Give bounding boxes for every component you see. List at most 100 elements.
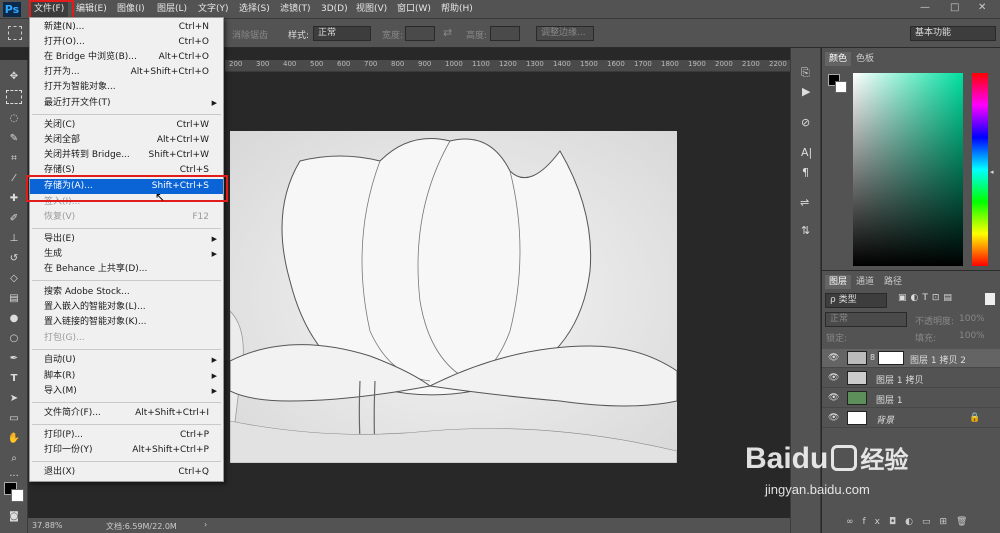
actions-play-icon[interactable]: ▶ — [802, 85, 810, 98]
tab-paths[interactable]: 路径 — [880, 275, 906, 289]
pen-tool-icon[interactable]: ✒ — [6, 352, 22, 366]
shape-tool-icon[interactable]: ▭ — [6, 412, 22, 426]
menu-item-share-behance[interactable]: 在 Behance 上共享(D)... — [30, 262, 223, 277]
close-icon[interactable]: ✕ — [978, 2, 986, 13]
menu-item-close-all[interactable]: 关闭全部 Alt+Ctrl+W — [30, 133, 223, 148]
healing-brush-icon[interactable]: ✚ — [6, 192, 22, 206]
tab-layers[interactable]: 图层 — [825, 275, 852, 289]
menu-help[interactable]: 帮助(H) — [437, 0, 477, 19]
opacity-value[interactable]: 100% — [959, 314, 985, 324]
menu-item-open-smart-object[interactable]: 打开为智能对象... — [30, 80, 223, 95]
menu-item-print[interactable]: 打印(P)... Ctrl+P — [30, 428, 223, 443]
menu-item-recent-files[interactable]: 最近打开文件(T) ▶ — [30, 96, 223, 111]
menu-item-file-info[interactable]: 文件简介(F)... Alt+Shift+Ctrl+I — [30, 406, 223, 421]
brush-tool-icon[interactable]: ✐ — [6, 212, 22, 226]
add-mask-icon[interactable]: ◘ — [889, 517, 905, 527]
layer-row[interactable]: 👁 8 图层 1 拷贝 2 — [822, 349, 1000, 368]
type-tool-icon[interactable]: T — [6, 372, 22, 386]
tab-color[interactable]: 颜色 — [825, 52, 852, 66]
menu-item-scripts[interactable]: 脚本(R) ▶ — [30, 369, 223, 384]
color-bg-swatch[interactable] — [835, 81, 847, 93]
tab-swatches[interactable]: 色板 — [852, 52, 878, 66]
rect-marquee-tool-icon[interactable] — [6, 90, 22, 104]
menu-filter[interactable]: 滤镜(T) — [276, 0, 315, 19]
filter-toggle[interactable] — [985, 293, 995, 305]
eye-icon[interactable]: 👁 — [828, 373, 839, 383]
layer-name[interactable]: 图层 1 — [876, 393, 903, 406]
eye-icon[interactable]: 👁 — [828, 413, 839, 423]
adjust-icon[interactable]: ⇌ — [800, 196, 809, 209]
properties-icon[interactable]: ⇅ — [801, 224, 810, 237]
menu-select[interactable]: 选择(S) — [235, 0, 274, 19]
hue-slider[interactable] — [972, 73, 988, 266]
menu-item-print-one[interactable]: 打印一份(Y) Alt+Shift+Ctrl+P — [30, 443, 223, 458]
eyedropper-tool-icon[interactable]: ⁄ — [6, 172, 22, 186]
hue-slider-handle-icon[interactable]: ◂ — [990, 168, 994, 176]
eye-icon[interactable]: 👁 — [828, 353, 839, 363]
minimize-icon[interactable]: — — [920, 2, 930, 13]
zoom-tool-icon[interactable]: ⌕ — [6, 452, 22, 466]
workspace-select[interactable]: 基本功能 — [910, 26, 996, 41]
layer-name[interactable]: 图层 1 拷贝 — [876, 373, 923, 386]
layer-kind-filter[interactable]: ρ 类型 — [825, 293, 887, 308]
menu-item-close[interactable]: 关闭(C) Ctrl+W — [30, 118, 223, 133]
adjustment-layer-icon[interactable]: ◐ — [905, 517, 922, 527]
gradient-tool-icon[interactable]: ▤ — [6, 292, 22, 306]
zoom-level[interactable]: 37.88% — [32, 521, 63, 530]
clone-stamp-icon[interactable]: ⊥ — [6, 232, 22, 246]
layer-mask-thumbnail[interactable] — [878, 351, 904, 365]
height-input[interactable] — [490, 26, 520, 41]
menu-view[interactable]: 视图(V) — [352, 0, 391, 19]
swap-icon[interactable]: ⇄ — [443, 26, 452, 39]
status-arrow-icon[interactable]: › — [204, 520, 207, 529]
style-select[interactable]: 正常 — [313, 26, 371, 41]
width-input[interactable] — [405, 26, 435, 41]
menu-item-automate[interactable]: 自动(U) ▶ — [30, 353, 223, 368]
maximize-icon[interactable]: □ — [950, 2, 959, 13]
menu-item-exit[interactable]: 退出(X) Ctrl+Q — [30, 465, 223, 480]
lasso-tool-icon[interactable]: ◌ — [6, 112, 22, 126]
history-brush-icon[interactable]: ↺ — [6, 252, 22, 266]
quick-select-tool-icon[interactable]: ✎ — [6, 132, 22, 146]
blur-tool-icon[interactable]: ● — [6, 312, 22, 326]
history-icon[interactable]: ⎘ — [801, 66, 810, 80]
menu-window[interactable]: 窗口(W) — [393, 0, 435, 19]
fill-value[interactable]: 100% — [959, 331, 985, 341]
dodge-tool-icon[interactable]: ○ — [6, 332, 22, 346]
menu-item-browse-bridge[interactable]: 在 Bridge 中浏览(B)... Alt+Ctrl+O — [30, 50, 223, 65]
menu-item-place-embedded[interactable]: 置入嵌入的智能对象(L)... — [30, 300, 223, 315]
menu-item-open[interactable]: 打开(O)... Ctrl+O — [30, 35, 223, 50]
menu-item-place-linked[interactable]: 置入链接的智能对象(K)... — [30, 315, 223, 330]
menu-item-new[interactable]: 新建(N)... Ctrl+N — [30, 20, 223, 35]
link-layers-icon[interactable]: ∞ — [846, 517, 863, 527]
eye-icon[interactable]: 👁 — [828, 393, 839, 403]
color-field[interactable] — [853, 73, 963, 266]
menu-item-generate[interactable]: 生成 ▶ — [30, 247, 223, 262]
paragraph-icon[interactable]: ¶ — [802, 166, 809, 179]
menu-item-open-as[interactable]: 打开为... Alt+Shift+Ctrl+O — [30, 65, 223, 80]
menu-item-close-go-bridge[interactable]: 关闭并转到 Bridge... Shift+Ctrl+W — [30, 148, 223, 163]
layer-row[interactable]: 👁 背景 🔒 — [822, 409, 1000, 428]
trash-icon[interactable]: 🗑 — [956, 517, 976, 527]
quick-mask-icon[interactable]: ◙ — [6, 510, 22, 524]
blend-mode-select[interactable]: 正常 — [825, 312, 907, 327]
layer-name[interactable]: 背景 — [876, 413, 894, 426]
layer-row[interactable]: 👁 图层 1 拷贝 — [822, 369, 1000, 388]
menu-item-export[interactable]: 导出(E) ▶ — [30, 232, 223, 247]
new-layer-icon[interactable]: ⊞ — [940, 517, 957, 527]
layer-row[interactable]: 👁 图层 1 — [822, 389, 1000, 408]
tab-channels[interactable]: 通道 — [852, 275, 878, 289]
hand-tool-icon[interactable]: ✋ — [6, 432, 22, 446]
menu-3d[interactable]: 3D(D) — [317, 0, 352, 19]
layer-name[interactable]: 图层 1 拷贝 2 — [910, 353, 966, 366]
menu-item-search-stock[interactable]: 搜索 Adobe Stock... — [30, 285, 223, 300]
menu-item-import[interactable]: 导入(M) ▶ — [30, 384, 223, 399]
crop-tool-icon[interactable]: ⌗ — [6, 152, 22, 166]
marquee-tool-icon[interactable] — [8, 26, 22, 40]
background-color-swatch[interactable] — [11, 489, 24, 502]
group-icon[interactable]: ▭ — [922, 517, 940, 527]
move-tool-icon[interactable]: ✥ — [6, 70, 22, 84]
eraser-tool-icon[interactable]: ◇ — [6, 272, 22, 286]
path-select-icon[interactable]: ➤ — [6, 392, 22, 406]
filter-icons[interactable]: ▣◐T⊡▤ — [898, 293, 956, 303]
